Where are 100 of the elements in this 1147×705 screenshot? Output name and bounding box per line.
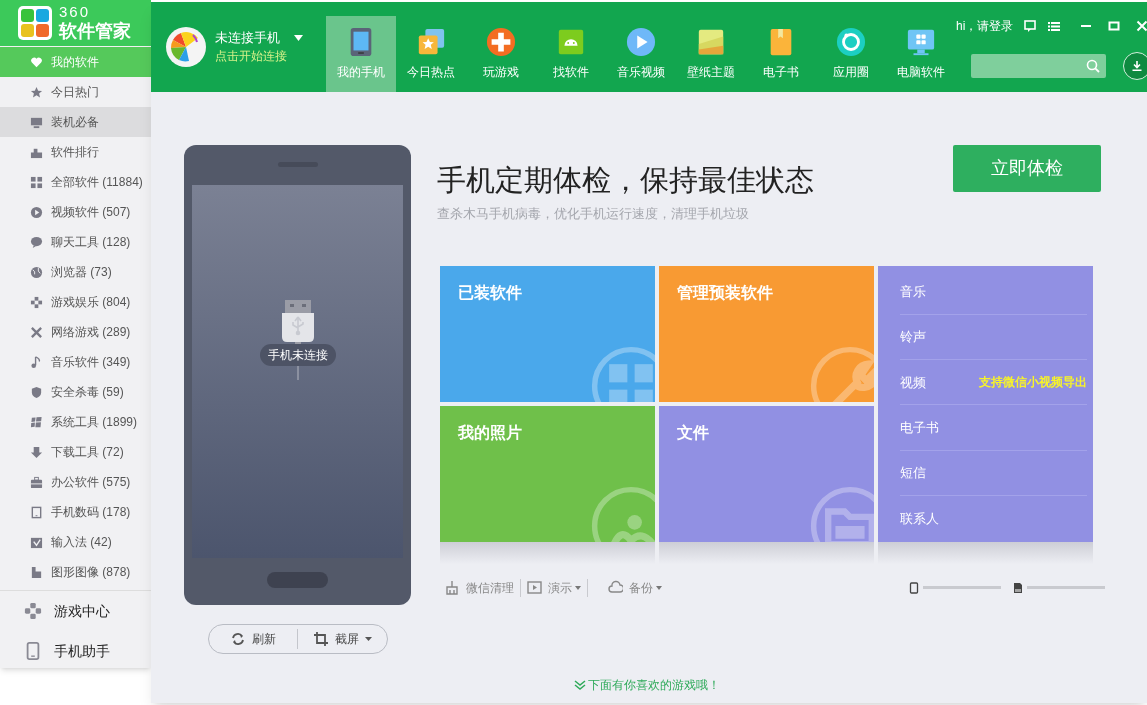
sidebar-item[interactable]: 安全杀毒 (59): [0, 377, 151, 407]
app-tile[interactable]: 我的照片: [440, 405, 655, 542]
caret-icon: [294, 35, 303, 41]
chevron-down-icon: [574, 679, 586, 691]
shield-icon: [30, 385, 43, 399]
checkup-title: 手机定期体检，保持最佳状态: [437, 163, 814, 198]
toolbar-button[interactable]: 微信清理: [443, 578, 516, 597]
media-list-item[interactable]: 联系人: [900, 496, 1087, 542]
flower-logo-icon: [17, 5, 53, 41]
sidebar-item[interactable]: 图形图像 (878): [0, 557, 151, 587]
android-icon: [556, 27, 586, 57]
search-icon: [1086, 59, 1101, 73]
checkup-subtitle: 查杀木马手机病毒，优化手机运行速度，清理手机垃圾: [437, 205, 750, 223]
search-field[interactable]: [971, 54, 1107, 78]
app-tile[interactable]: 已装软件: [440, 265, 655, 402]
sidebar-item[interactable]: 手机数码 (178): [0, 497, 151, 527]
maximize-button[interactable]: [1107, 19, 1122, 33]
toolbar-button[interactable]: 备份: [606, 578, 664, 597]
sidebar-item[interactable]: 我的软件: [0, 47, 151, 77]
tile-title: 文件: [677, 422, 709, 443]
media-list-item[interactable]: 电子书: [900, 405, 1087, 451]
chat-icon: [1023, 19, 1038, 33]
nav-tab[interactable]: 找软件: [536, 16, 606, 92]
feature-note: 支持微信小视频导出: [979, 374, 1087, 392]
nav-tab[interactable]: 电子书: [746, 16, 816, 92]
nav-tab[interactable]: 壁纸主题: [676, 16, 746, 92]
connection-status: 手机未连接: [259, 344, 336, 366]
play-icon: [30, 205, 43, 219]
device-status[interactable]: 未连接手机: [215, 29, 280, 47]
checkup-button[interactable]: 立即体检: [953, 145, 1101, 192]
heart-icon: [30, 55, 43, 69]
sidebar-item[interactable]: 音乐软件 (349): [0, 347, 151, 377]
nav-tab[interactable]: 电脑软件: [886, 16, 956, 92]
refresh-icon: [229, 631, 246, 647]
close-button[interactable]: [1135, 19, 1147, 33]
minimize-icon: [1081, 25, 1092, 27]
music-note-icon: [30, 355, 43, 369]
play-icon: [527, 580, 542, 595]
nav-tab[interactable]: 应用圈: [816, 16, 886, 92]
sidebar-item[interactable]: 视频软件 (507): [0, 197, 151, 227]
sidebar-item[interactable]: 浏览器 (73): [0, 257, 151, 287]
sidebar-item[interactable]: 聊天工具 (128): [0, 227, 151, 257]
sidebar-link[interactable]: 游戏中心: [0, 591, 151, 631]
cloud-icon: [608, 580, 623, 595]
sidebar-item[interactable]: 全部软件 (11884): [0, 167, 151, 197]
download-icon: [30, 445, 43, 459]
caret-icon: [364, 637, 372, 641]
star-cards-icon: [416, 27, 446, 57]
connect-link[interactable]: 点击开始连接: [215, 47, 303, 65]
ring-icon: [836, 27, 866, 57]
monitor-icon: [30, 115, 43, 129]
tile-title: 我的照片: [458, 422, 522, 443]
sidebar-item[interactable]: 游戏娱乐 (804): [0, 287, 151, 317]
login-link[interactable]: hi，请登录: [956, 17, 1014, 35]
phone-action-button[interactable]: 截屏: [298, 625, 387, 653]
monitor-icon: [906, 27, 936, 57]
grid-icon: [30, 175, 43, 189]
sidebar-item[interactable]: 今日热门: [0, 77, 151, 107]
gamepad-icon: [486, 27, 516, 57]
phone-action-button[interactable]: 刷新: [208, 625, 297, 653]
tile-title: 已装软件: [458, 282, 522, 303]
wallpaper-icon: [696, 27, 726, 57]
list-icon: [1047, 19, 1062, 33]
image-icon: [30, 565, 43, 579]
media-list-item[interactable]: 铃声: [900, 314, 1087, 361]
briefcase-icon: [30, 475, 43, 489]
nav-tab[interactable]: 玩游戏: [466, 16, 536, 92]
close-icon: [1135, 19, 1147, 33]
list-button[interactable]: [1047, 19, 1062, 33]
logo-title: 软件管家: [59, 20, 131, 42]
nav-tab[interactable]: 今日热点: [396, 16, 466, 92]
sidebar-item[interactable]: 系统工具 (1899): [0, 407, 151, 437]
sidebar-item[interactable]: 输入法 (42): [0, 527, 151, 557]
tools-icon: [30, 325, 43, 339]
sd-card-icon: [1013, 581, 1023, 594]
nav-tab[interactable]: 音乐视频: [606, 16, 676, 92]
gamepad-icon: [30, 295, 43, 309]
sidebar-item[interactable]: 下载工具 (72): [0, 437, 151, 467]
keyboard-icon: [30, 535, 43, 549]
nav-tab[interactable]: 我的手机: [326, 16, 396, 92]
sidebar-link[interactable]: 手机助手: [0, 631, 151, 671]
phone-icon: [909, 581, 919, 594]
ball-logo-icon: [165, 26, 207, 68]
media-list-item[interactable]: 视频 支持微信小视频导出: [900, 360, 1087, 406]
app-tile[interactable]: 文件: [659, 405, 874, 542]
download-button[interactable]: [1123, 52, 1147, 80]
caret-icon: [575, 585, 581, 590]
sidebar-item[interactable]: 网络游戏 (289): [0, 317, 151, 347]
sidebar-item[interactable]: 软件排行: [0, 137, 151, 167]
games-link[interactable]: 下面有你喜欢的游戏哦！: [574, 676, 720, 694]
sidebar-item[interactable]: 装机必备: [0, 107, 151, 137]
app-tile[interactable]: 管理预装软件: [659, 265, 874, 402]
media-list-item[interactable]: 短信: [900, 450, 1087, 497]
play-icon: [626, 27, 656, 57]
sidebar-item[interactable]: 办公软件 (575): [0, 467, 151, 497]
broom-icon: [445, 580, 460, 595]
media-list-item[interactable]: 音乐: [900, 269, 1087, 315]
caret-icon: [656, 585, 662, 590]
toolbar-button[interactable]: 演示: [525, 578, 583, 597]
chat-button[interactable]: [1023, 19, 1038, 33]
